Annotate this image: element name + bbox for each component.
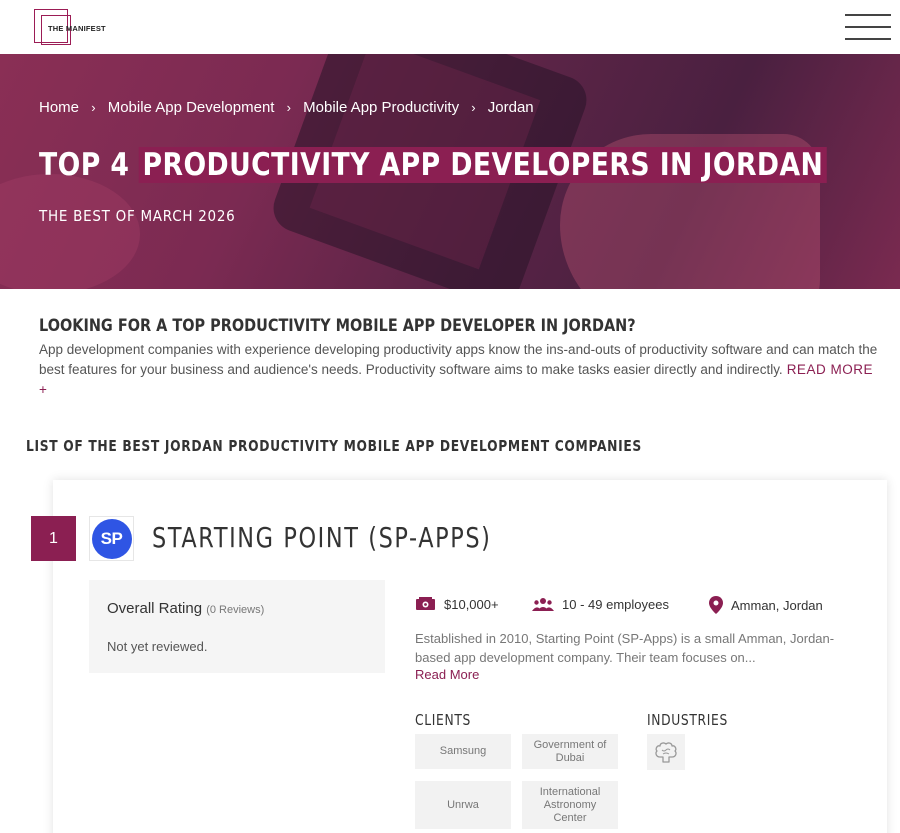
rank-badge: 1 [31, 516, 76, 561]
page-title-prefix: TOP 4 [39, 147, 140, 183]
rating-box: Overall Rating (0 Reviews) Not yet revie… [89, 580, 385, 673]
company-logo-mark: SP [91, 518, 132, 559]
min-project-value: $10,000+ [444, 596, 499, 612]
breadcrumb-home[interactable]: Home [39, 99, 79, 116]
company-logo[interactable]: SP [89, 516, 134, 561]
page-title-highlight: PRODUCTIVITY APP DEVELOPERS IN JORDAN [139, 147, 827, 183]
chevron-right-icon: › [471, 100, 476, 115]
breadcrumb-mobile-app-development[interactable]: Mobile App Development [108, 99, 275, 116]
breadcrumb-jordan[interactable]: Jordan [488, 99, 534, 116]
page-subtitle: THE BEST OF MARCH 2026 [39, 207, 236, 225]
manifest-logo[interactable]: THE MANIFEST [34, 9, 114, 49]
industries-label: INDUSTRIES [647, 711, 728, 729]
people-icon [532, 598, 554, 611]
intro-body: App development companies with experienc… [39, 340, 879, 400]
location-pin-icon [709, 596, 723, 614]
company-read-more-link[interactable]: Read More [415, 667, 479, 682]
company-description: Established in 2010, Starting Point (SP-… [415, 631, 835, 665]
review-count[interactable]: (0 Reviews) [206, 604, 264, 616]
chevron-right-icon: › [286, 100, 291, 115]
company-name[interactable]: STARTING POINT (SP-APPS) [152, 521, 492, 554]
menu-hamburger-icon[interactable] [845, 14, 891, 40]
client-chip: International Astronomy Center [522, 781, 618, 829]
logo-text: THE MANIFEST [48, 24, 106, 33]
not-reviewed-text: Not yet reviewed. [107, 639, 208, 654]
breadcrumb-mobile-app-productivity[interactable]: Mobile App Productivity [303, 99, 459, 116]
list-title: LIST OF THE BEST JORDAN PRODUCTIVITY MOB… [26, 437, 642, 455]
intro-text: App development companies with experienc… [39, 342, 878, 377]
top-bar: THE MANIFEST [0, 0, 900, 54]
breadcrumb: Home › Mobile App Development › Mobile A… [39, 99, 534, 116]
page-title: TOP 4 PRODUCTIVITY APP DEVELOPERS IN JOR… [39, 147, 827, 183]
location-value: Amman, Jordan [731, 597, 823, 613]
money-icon [416, 597, 435, 610]
client-chip: Samsung [415, 734, 511, 769]
brain-icon [655, 742, 677, 763]
employee-count: 10 - 49 employees [532, 596, 669, 612]
employee-value: 10 - 49 employees [562, 596, 669, 612]
min-project-size: $10,000+ [415, 596, 499, 612]
client-chip: Unrwa [415, 781, 511, 829]
industry-icon[interactable] [647, 734, 685, 770]
clients-label: CLIENTS [415, 711, 471, 729]
overall-rating: Overall Rating (0 Reviews) [107, 600, 264, 617]
overall-rating-label: Overall Rating [107, 600, 203, 617]
client-chip: Government of Dubai [522, 734, 618, 769]
intro-title: LOOKING FOR A TOP PRODUCTIVITY MOBILE AP… [39, 316, 636, 336]
chevron-right-icon: › [91, 100, 96, 115]
company-location: Amman, Jordan [709, 596, 823, 614]
